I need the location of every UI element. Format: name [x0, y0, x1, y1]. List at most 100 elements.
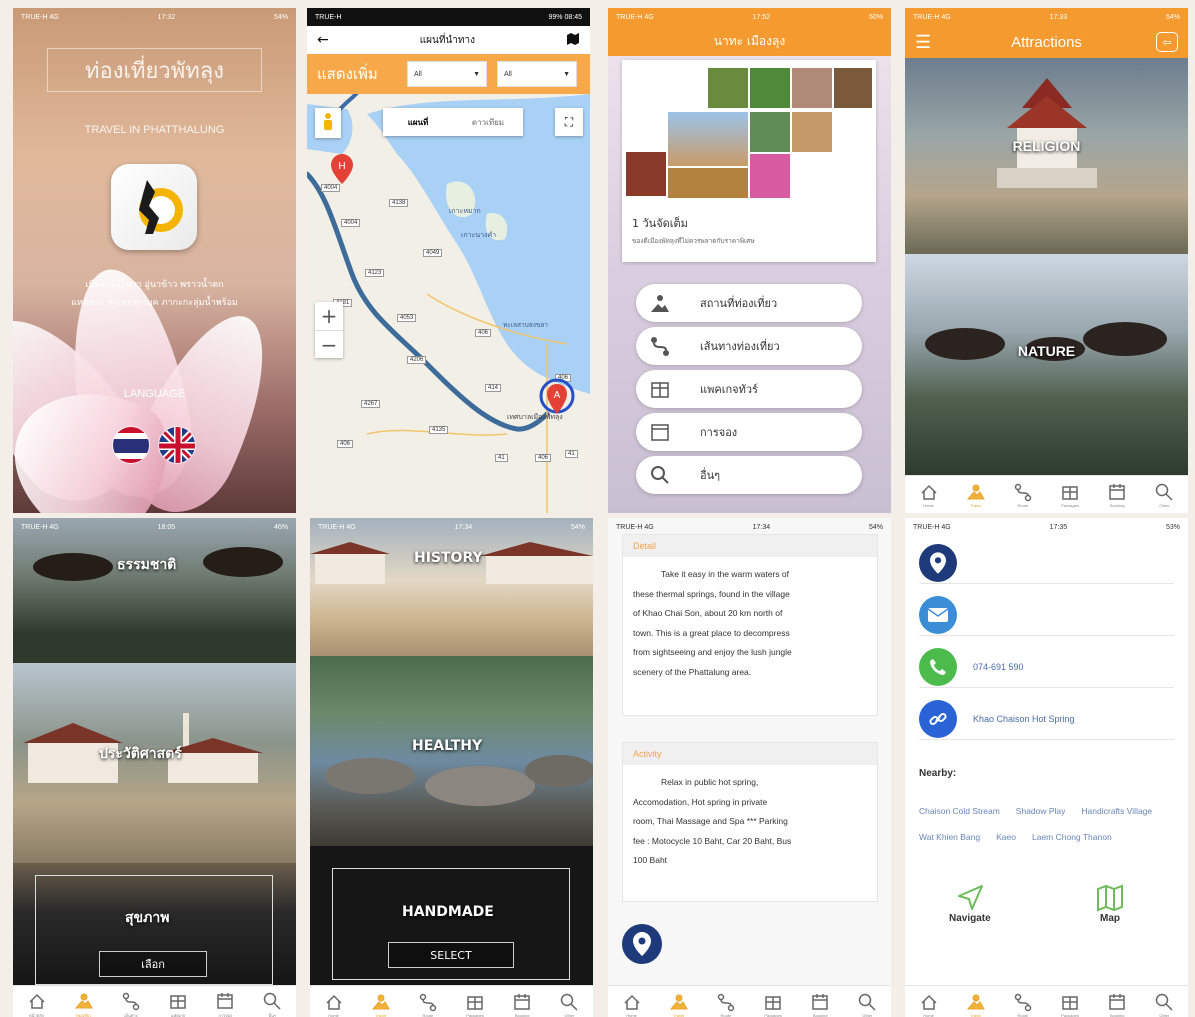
menu-packages[interactable]: แพคเกจทัวร์	[636, 370, 862, 408]
tab-label: Packages	[1061, 502, 1079, 508]
district-select[interactable]: All ▼	[497, 61, 577, 87]
zoom-out-icon[interactable]: −	[315, 330, 343, 358]
website-link[interactable]: Khao Chaison Hot Spring	[973, 714, 1075, 724]
tab-other[interactable]: Other	[846, 992, 888, 1017]
road-label: 4123	[365, 269, 385, 277]
tab-packages[interactable]: Packages	[1049, 482, 1091, 508]
category-nature[interactable]: NATURE	[905, 254, 1188, 476]
email-row[interactable]	[919, 594, 1174, 636]
tab-travel[interactable]: ท่องเที่ยว	[63, 991, 105, 1017]
nearby-link[interactable]: Handicrafts Village	[1081, 798, 1152, 824]
nearby-link[interactable]: Chaison Cold Stream	[919, 798, 1000, 824]
menu-attractions[interactable]: สถานที่ท่องเที่ยว	[636, 284, 862, 322]
category-handmade[interactable]: HANDMADE SELECT	[310, 846, 593, 985]
pegman-icon	[324, 113, 332, 130]
tab-route[interactable]: เส้นทาง	[110, 991, 152, 1017]
tab-packages[interactable]: Packages	[454, 992, 496, 1017]
dropdown-icon: ▼	[563, 70, 570, 78]
tab-booking[interactable]: Booking	[1096, 482, 1138, 508]
tab-home[interactable]: Home	[611, 992, 653, 1017]
destination-marker-icon[interactable]: A	[539, 378, 575, 424]
featured-package-card[interactable]: 1 วันจัดเต็ม ของดีเมืองพัทลุงที่ไม่ควรพล…	[622, 60, 876, 262]
category-religion[interactable]: RELIGION	[905, 58, 1188, 254]
back-arrow-icon[interactable]: ←	[317, 32, 329, 48]
category-healthy[interactable]: HEALTHY	[310, 656, 593, 846]
tab-booking[interactable]: การจอง	[204, 991, 246, 1017]
road-label: 4053	[397, 314, 417, 322]
tab-packages[interactable]: แพคเกจ	[157, 991, 199, 1017]
tab-label: Other	[862, 1012, 873, 1017]
menu-label: แพคเกจทัวร์	[700, 383, 758, 396]
tab-travel[interactable]: Travel	[360, 992, 402, 1017]
hotel-marker-icon[interactable]: H	[331, 154, 353, 188]
filter-label: แสดงเพิ่ม	[317, 65, 378, 83]
activity-text: Relax in public hot spring, Accomodation…	[623, 765, 877, 879]
zoom-control[interactable]: + −	[315, 302, 343, 358]
tab-home[interactable]: Home	[908, 482, 950, 508]
tab-route[interactable]: Route	[1002, 992, 1044, 1017]
category-health[interactable]: สุขภาพ เลือก	[13, 863, 296, 985]
category-select[interactable]: All ▼	[407, 61, 487, 87]
logout-icon[interactable]: ⇦	[1156, 32, 1178, 52]
tab-travel[interactable]: Travel	[955, 992, 997, 1017]
location-pin-icon[interactable]	[622, 924, 662, 964]
zoom-in-icon[interactable]: +	[321, 302, 338, 330]
photo-tile	[750, 68, 790, 108]
category-history[interactable]: ประวัติศาสตร์	[13, 663, 296, 863]
tab-travel[interactable]: Travel	[658, 992, 700, 1017]
map-button[interactable]: Map	[1095, 883, 1125, 924]
tab-other[interactable]: อื่นๆ	[251, 991, 293, 1017]
tab-booking[interactable]: Booking	[799, 992, 841, 1017]
tab-label: หน้าหลัก	[29, 1012, 45, 1017]
tab-home[interactable]: หน้าหลัก	[16, 991, 58, 1017]
tab-label: Route	[422, 1012, 434, 1017]
tab-travel[interactable]: Travel	[955, 482, 997, 508]
status-bar: TRUE-H 4G 17:34 54%	[310, 518, 593, 536]
nearby-link[interactable]: Shadow Play	[1016, 798, 1066, 824]
map-view[interactable]: 4004 4138 4004 4049 4123 4181 4053 406 4…	[307, 94, 590, 513]
select-button[interactable]: เลือก	[99, 951, 207, 977]
toggle-satellite[interactable]: ดาวเทียม	[453, 116, 523, 129]
activity-line: Relax in public hot spring,	[661, 777, 759, 787]
tab-packages[interactable]: Packages	[752, 992, 794, 1017]
tab-home[interactable]: Home	[313, 992, 355, 1017]
navigate-button[interactable]: Navigate	[949, 883, 991, 924]
app-header: ← แผนที่นำทาง	[307, 26, 590, 54]
photo-tile	[834, 68, 872, 108]
nearby-link[interactable]: Laem Chong Thanon	[1032, 824, 1112, 850]
tab-other[interactable]: Other	[548, 992, 590, 1017]
map-type-toggle[interactable]: แผนที่ ดาวเทียม	[383, 108, 523, 136]
fullscreen-button[interactable]: ⛶	[555, 108, 583, 136]
toggle-map[interactable]: แผนที่	[383, 116, 453, 129]
menu-booking[interactable]: การจอง	[636, 413, 862, 451]
menu-other[interactable]: อื่นๆ	[636, 456, 862, 494]
menu-routes[interactable]: เส้นทางท่องเที่ยว	[636, 327, 862, 365]
tab-other[interactable]: Other	[1143, 992, 1185, 1017]
tab-other[interactable]: Other	[1143, 482, 1185, 508]
hamburger-menu-icon[interactable]: ☰	[915, 32, 931, 53]
map-icon[interactable]	[566, 32, 580, 48]
nearby-link[interactable]: Wat Khien Bang	[919, 824, 980, 850]
phone-number[interactable]: 074-691 590	[973, 662, 1024, 672]
page-title: Attractions	[1011, 33, 1082, 51]
status-bar: TRUE-H 4G 17:52 50%	[608, 8, 891, 26]
category-history[interactable]: HISTORY	[310, 518, 593, 656]
tab-route[interactable]: Route	[1002, 482, 1044, 508]
uk-flag-button[interactable]	[158, 426, 196, 464]
thai-flag-button[interactable]	[112, 426, 150, 464]
phone-row[interactable]: 074-691 590	[919, 646, 1174, 688]
tab-label: Packages	[764, 1012, 782, 1017]
street-view-button[interactable]	[315, 108, 341, 138]
tab-packages[interactable]: Packages	[1049, 992, 1091, 1017]
tab-booking[interactable]: Booking	[501, 992, 543, 1017]
nearby-link[interactable]: Kaeo	[996, 824, 1016, 850]
tab-booking[interactable]: Booking	[1096, 992, 1138, 1017]
location-row[interactable]	[919, 542, 1174, 584]
select-button[interactable]: SELECT	[388, 942, 514, 968]
tab-route[interactable]: Route	[705, 992, 747, 1017]
category-nature[interactable]: ธรรมชาติ	[13, 518, 296, 663]
tab-home[interactable]: Home	[908, 992, 950, 1017]
website-row[interactable]: Khao Chaison Hot Spring	[919, 698, 1174, 740]
menu-label: การจอง	[700, 426, 738, 439]
tab-route[interactable]: Route	[407, 992, 449, 1017]
